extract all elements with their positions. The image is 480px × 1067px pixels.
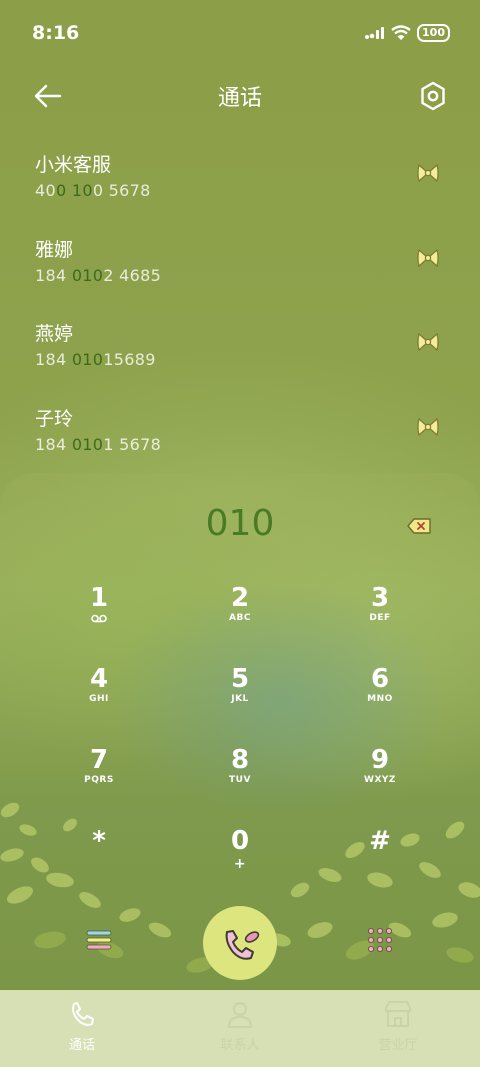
phone-icon [72, 1002, 94, 1026]
bottom-navigation: 通话 联系人 营业厅 [0, 990, 480, 1067]
header: 通话 [0, 68, 480, 124]
status-bar: 8:16 100 [0, 0, 480, 68]
bow-icon[interactable] [416, 416, 440, 438]
contact-item[interactable]: 小米客服 400 100 5678 [0, 140, 480, 225]
contact-number: 400 100 5678 [35, 181, 151, 200]
key-5[interactable]: 5 JKL [180, 665, 300, 735]
contact-item[interactable]: 子玲 184 0101 5678 [0, 394, 480, 479]
key-3[interactable]: 3 DEF [320, 584, 440, 654]
key-4[interactable]: 4 GHI [39, 665, 159, 735]
settings-icon[interactable] [416, 78, 450, 114]
contact-name: 小米客服 [35, 154, 112, 176]
nav-item-contacts[interactable]: 联系人 [190, 998, 290, 1053]
dialpad-icon[interactable] [366, 926, 394, 954]
backspace-icon[interactable] [406, 517, 432, 535]
bow-icon[interactable] [416, 162, 440, 184]
key-1[interactable]: 1 [39, 584, 159, 654]
nav-item-calls[interactable]: 通话 [32, 998, 132, 1053]
call-button[interactable] [203, 906, 277, 980]
nav-label: 联系人 [220, 1038, 260, 1053]
signal-icon [365, 27, 385, 39]
voicemail-icon [91, 614, 107, 623]
contact-name: 雅娜 [35, 238, 74, 261]
status-icons: 100 [365, 22, 450, 44]
nav-label: 通话 [68, 1038, 95, 1053]
wifi-icon [391, 25, 411, 40]
store-icon [385, 1001, 411, 1027]
nav-label: 营业厅 [378, 1038, 418, 1053]
phone-call-icon [225, 930, 260, 960]
key-2[interactable]: 2 ABC [180, 584, 300, 654]
contact-number: 184 01015689 [35, 350, 156, 369]
status-time: 8:16 [32, 22, 80, 44]
contact-suggestion-list: 小米客服 400 100 5678 雅娜 184 0102 4685 燕婷 18… [0, 140, 480, 478]
contact-item[interactable]: 雅娜 184 0102 4685 [0, 225, 480, 310]
battery-indicator: 100 [417, 24, 450, 42]
page-title: 通话 [217, 86, 262, 111]
bow-icon[interactable] [416, 247, 440, 269]
person-icon [228, 1002, 252, 1028]
contact-name: 子玲 [35, 407, 74, 430]
bow-icon[interactable] [416, 331, 440, 353]
contact-number: 184 0101 5678 [35, 434, 162, 454]
contact-item[interactable]: 燕婷 184 01015689 [0, 309, 480, 394]
menu-lines-icon[interactable] [86, 928, 112, 952]
nav-item-store[interactable]: 营业厅 [348, 998, 448, 1053]
key-6[interactable]: 6 MNO [320, 665, 440, 735]
contact-name: 燕婷 [35, 323, 74, 345]
contact-number: 184 0102 4685 [35, 265, 162, 285]
